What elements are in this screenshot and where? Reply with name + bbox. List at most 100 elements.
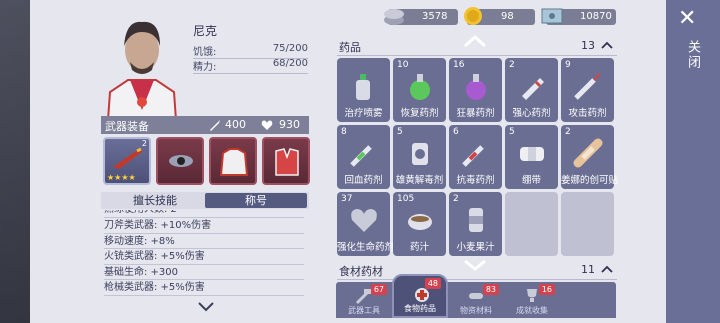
chevron-up-icon[interactable] — [601, 41, 613, 49]
list-item: 刀斧类武器: +10%伤害 — [104, 218, 304, 234]
item-cell[interactable]: 5 绷带 — [505, 125, 558, 189]
stat-label: 精力: — [193, 62, 217, 73]
section-title: 药品 — [339, 41, 361, 54]
spray-icon — [356, 74, 370, 100]
chevron-down-icon[interactable] — [197, 301, 215, 313]
item-count: 37 — [341, 194, 353, 204]
item-label: 狂暴药剂 — [456, 108, 495, 119]
tab-weapons-tools[interactable]: 67 武器工具 — [336, 282, 392, 318]
tab-badge: 83 — [482, 284, 499, 295]
tab-materials[interactable]: 83 物资材料 — [448, 282, 504, 318]
item-cell-empty[interactable] — [505, 192, 558, 256]
list-item: 基础生命: +300 — [104, 265, 304, 280]
close-icon[interactable]: ✕ — [678, 6, 696, 32]
item-cell[interactable]: 9 攻击药剂 — [561, 58, 614, 122]
item-label: 强化生命药剂 — [337, 242, 395, 253]
item-count: 16 — [453, 60, 465, 70]
item-cell[interactable]: 6 抗毒药剂 — [449, 125, 502, 189]
tab-badge: 48 — [424, 278, 441, 289]
cash-icon — [541, 8, 563, 24]
item-label: 恢复药剂 — [400, 108, 439, 119]
list-item: 移动速度: +8% — [104, 234, 304, 249]
item-count: 9 — [565, 60, 571, 70]
close-column[interactable]: ✕ 关闭 — [666, 0, 720, 323]
stat-value: 68/200 — [272, 58, 308, 69]
heart-icon — [351, 209, 377, 232]
rifle-icon — [113, 147, 143, 169]
skill-tabs: 擅长技能 称号 — [101, 192, 309, 209]
item-label: 小麦果汁 — [456, 242, 495, 253]
item-count: 2 — [453, 194, 459, 204]
section-title: 食材药材 — [339, 265, 383, 278]
item-cell[interactable]: 2 强心药剂 — [505, 58, 558, 122]
list-item: 火铳类武器: +5%伤害 — [104, 249, 304, 265]
vest-icon — [275, 148, 299, 176]
attack-value: 400 — [225, 118, 246, 131]
item-label: 抗毒药剂 — [456, 175, 495, 186]
plaster-icon — [573, 138, 603, 168]
tab-achievements[interactable]: 16 成就收集 — [504, 282, 560, 318]
stat-value: 75/200 — [272, 43, 308, 54]
item-label: 雄黄解毒剂 — [395, 175, 444, 186]
section-count: 11 — [581, 263, 595, 276]
item-cell[interactable]: 2 姜娜的创可贴 — [561, 125, 618, 189]
item-label: 绷带 — [521, 175, 541, 186]
slot-stars: ★★★★ — [107, 173, 136, 182]
goggles-icon — [169, 155, 193, 167]
item-cell[interactable]: 105 药汁 — [393, 192, 446, 256]
list-item: 枪械类武器: +5%伤害 — [104, 280, 304, 296]
green-flask-icon — [410, 74, 430, 100]
chevron-up-icon[interactable] — [601, 265, 613, 273]
defense-value: 930 — [279, 118, 300, 131]
jacket-icon — [219, 148, 249, 176]
item-label: 药汁 — [409, 242, 429, 253]
tab-skills[interactable]: 擅长技能 — [103, 193, 207, 208]
item-cell[interactable]: 8 回血药剂 — [337, 125, 390, 189]
skill-list[interactable]: 熟练使用人数: 2 刀斧类武器: +10%伤害 移动速度: +8% 火铳类武器:… — [104, 210, 304, 305]
syringe-icon — [574, 73, 601, 100]
equip-slot-armor[interactable] — [209, 137, 257, 185]
bowl-icon — [408, 214, 432, 230]
tab-badge: 16 — [538, 284, 555, 295]
character-portrait — [106, 21, 178, 120]
list-item: 熟练使用人数: 2 — [104, 210, 304, 218]
stat-label: 饥饿: — [193, 47, 217, 58]
heart-icon — [261, 120, 273, 130]
item-label: 强心药剂 — [512, 108, 551, 119]
purple-flask-icon — [466, 74, 486, 100]
stat-energy: 精力: 68/200 — [193, 58, 308, 74]
scroll-up-icon[interactable] — [462, 34, 488, 48]
tab-titles[interactable]: 称号 — [205, 193, 307, 208]
resource-value: 98 — [501, 11, 514, 22]
gold-coin-icon — [464, 7, 482, 25]
tab-label: 物资材料 — [460, 306, 492, 315]
antidote-icon — [412, 143, 428, 165]
weapons-title: 武器装备 — [105, 120, 149, 133]
item-cell[interactable]: 2 小麦果汁 — [449, 192, 502, 256]
resource-gold: 98 — [464, 7, 535, 25]
item-label: 回血药剂 — [344, 175, 383, 186]
equip-slot-weapon[interactable]: 2 ★★★★ — [103, 137, 151, 185]
food-header[interactable]: 食材药材 11 — [337, 260, 617, 280]
item-cell-empty[interactable] — [561, 192, 614, 256]
item-count: 2 — [509, 60, 515, 70]
equip-slot-goggles[interactable] — [156, 137, 204, 185]
item-label: 攻击药剂 — [568, 108, 607, 119]
item-cell[interactable]: 37 强化生命药剂 — [337, 192, 395, 256]
equip-slot-vest[interactable] — [262, 137, 310, 185]
sword-icon — [210, 120, 220, 131]
resource-cash: 10870 — [541, 8, 616, 25]
close-label[interactable]: 关闭 — [683, 40, 702, 70]
item-count: 8 — [341, 127, 347, 137]
item-cell[interactable]: 10 恢复药剂 — [393, 58, 446, 122]
stat-hunger: 饥饿: 75/200 — [193, 43, 308, 59]
item-cell[interactable]: 5 雄黄解毒剂 — [393, 125, 446, 189]
coin-stack-icon — [384, 9, 404, 25]
item-cell[interactable]: 16 狂暴药剂 — [449, 58, 502, 122]
tab-food-medicine[interactable]: 48 食物药品 — [392, 274, 448, 318]
item-count: 6 — [453, 127, 459, 137]
tab-label: 食物药品 — [404, 304, 436, 313]
syringe-icon — [350, 145, 372, 167]
item-cell[interactable]: 治疗喷雾 — [337, 58, 390, 122]
resource-value: 3578 — [422, 11, 448, 22]
